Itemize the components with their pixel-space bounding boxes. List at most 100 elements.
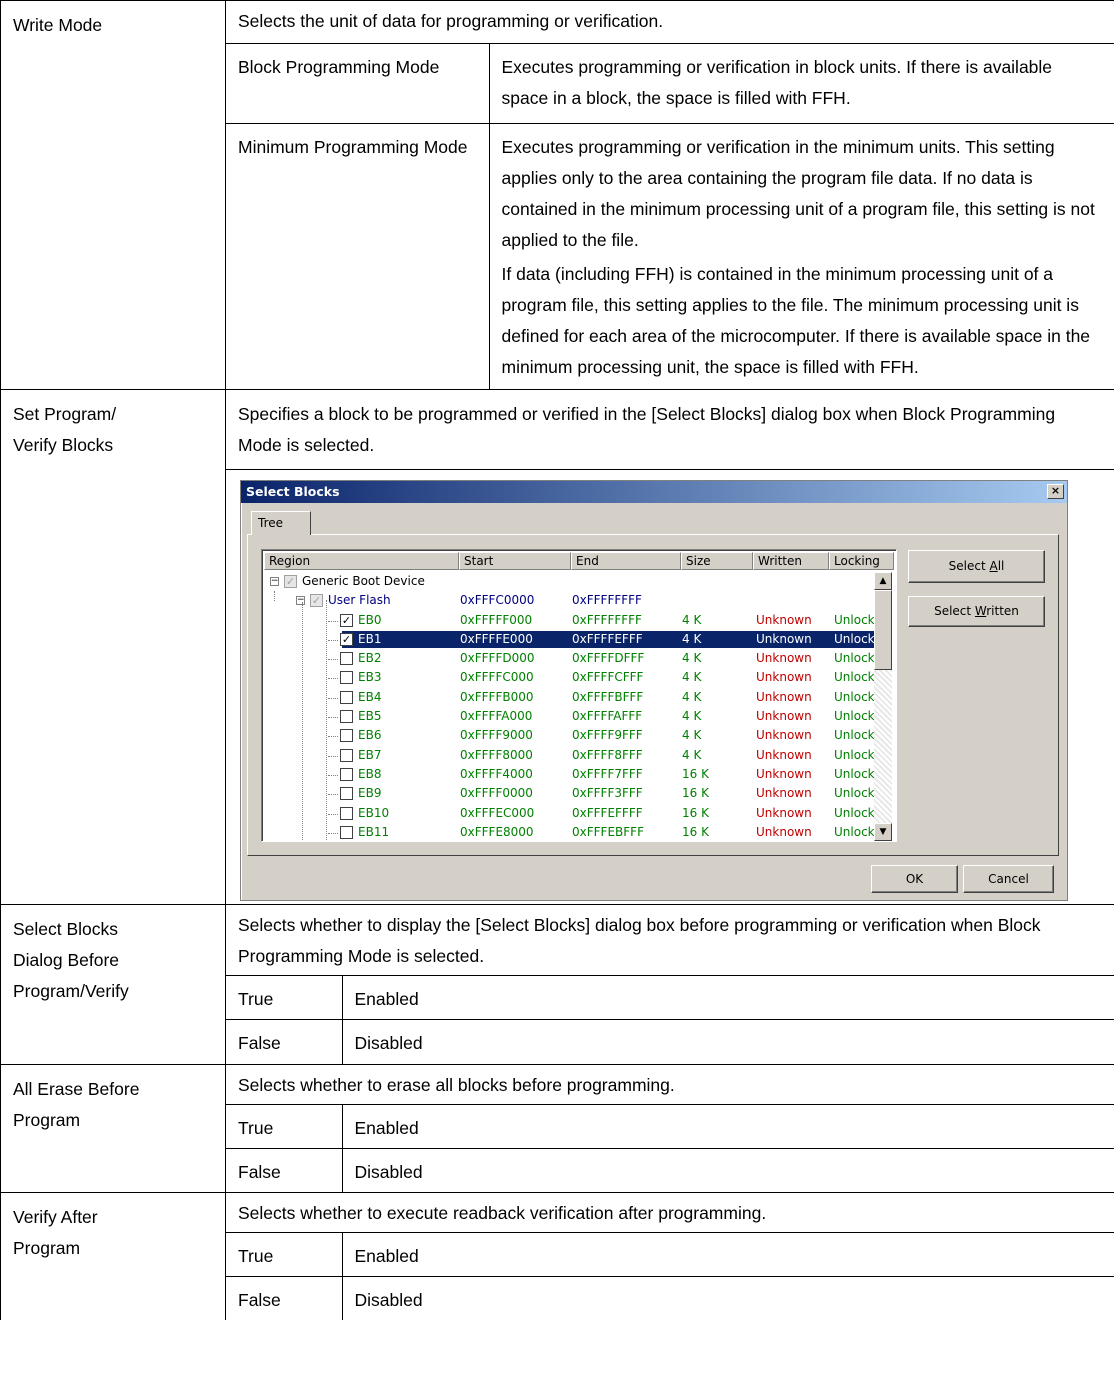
checkbox-icon[interactable] [340, 690, 353, 704]
block-size: 16 K [682, 766, 709, 781]
block-row[interactable]: EB7 0xFFFF8000 0xFFFF8FFF 4 K Unknown Unlock [264, 746, 875, 765]
checkbox-icon[interactable] [340, 767, 353, 781]
value-key: True [226, 1103, 342, 1148]
value-key: False [226, 1147, 342, 1192]
checkbox-icon[interactable]: ✓ [310, 594, 323, 608]
block-end: 0xFFFF7FFF [572, 766, 643, 781]
column-header-written[interactable]: Written [753, 552, 829, 570]
select-written-button[interactable]: Select Written [908, 596, 1045, 627]
checkbox-icon[interactable] [340, 710, 353, 724]
block-locking: Unlock [834, 824, 875, 839]
value-row: True Enabled [226, 1103, 1114, 1148]
block-row[interactable]: EB2 0xFFFFD000 0xFFFFDFFF 4 K Unknown Unlock [264, 649, 875, 668]
value-row: False Disabled [226, 1147, 1114, 1192]
block-name: EB7 [358, 747, 382, 762]
vertical-scrollbar[interactable]: ▲ ▼ [874, 572, 892, 841]
value-meaning: Enabled [341, 1231, 1114, 1276]
tab-tree[interactable]: Tree [251, 511, 311, 535]
block-end: 0xFFFF8FFF [572, 747, 643, 762]
property-description: Selects the unit of data for programming… [238, 11, 664, 31]
column-header-start[interactable]: Start [459, 552, 571, 570]
block-row[interactable]: ✓ EB1 0xFFFFE000 0xFFFFEFFF 4 K Unknown Unlock [264, 630, 875, 649]
property-name: Write Mode [0, 0, 226, 390]
property-description: Specifies a block to be programmed or ve… [238, 404, 1056, 455]
value-row: False Disabled [226, 1275, 1114, 1320]
block-row[interactable]: EB10 0xFFFEC000 0xFFFEFFFF 16 K Unknown Unloc… [264, 804, 875, 823]
block-row[interactable]: EB4 0xFFFFB000 0xFFFFBFFF 4 K Unknown Unlock [264, 688, 875, 707]
block-row[interactable]: EB11 0xFFFE8000 0xFFFEBFFF 16 K Unknown Unloc… [264, 823, 875, 841]
scroll-up-icon[interactable]: ▲ [874, 572, 892, 590]
block-end: 0xFFFFAFFF [572, 709, 643, 724]
block-tree[interactable]: Region Start End Size Written Locking − [261, 549, 897, 842]
checkbox-icon[interactable]: ✓ [340, 613, 353, 627]
tree-node-root[interactable]: − ✓ Generic Boot Device [264, 572, 874, 591]
tree-rows: − ✓ Generic Boot Device − ✓ User Flash 0… [264, 572, 875, 841]
block-start: 0xFFFF4000 [460, 766, 533, 781]
checkbox-icon[interactable] [340, 652, 353, 666]
node-label: User Flash [328, 593, 391, 608]
block-locking: Unlock [834, 651, 875, 666]
select-dialog-row: Select Blocks Dialog Before Program/Veri… [0, 904, 1114, 1065]
dialog-title: Select Blocks [246, 484, 340, 499]
column-header-size[interactable]: Size [681, 552, 753, 570]
select-all-button[interactable]: Select All [908, 550, 1045, 583]
tree-header: Region Start End Size Written Locking [264, 552, 894, 570]
cancel-button[interactable]: Cancel [963, 865, 1054, 893]
scroll-down-icon[interactable]: ▼ [874, 823, 892, 841]
block-end: 0xFFFFEFFF [572, 631, 643, 646]
block-end: 0xFFFFFFFF [572, 612, 642, 627]
block-locking: Unlock [834, 631, 875, 646]
all-erase-row: All Erase Before Program Selects whether… [0, 1063, 1114, 1193]
checkbox-icon[interactable] [340, 729, 353, 743]
checkbox-icon[interactable] [340, 787, 353, 801]
block-row[interactable]: EB3 0xFFFFC000 0xFFFFCFFF 4 K Unknown Unlock [264, 668, 875, 687]
property-name: Verify After Program [13, 1206, 98, 1258]
value-table: True Enabled False Disabled [226, 1231, 1114, 1320]
block-locking: Unlock [834, 766, 875, 781]
block-row[interactable]: EB6 0xFFFF9000 0xFFFF9FFF 4 K Unknown Unlock [264, 726, 875, 745]
block-start: 0xFFFFA000 [460, 709, 533, 724]
dialog-title-bar[interactable]: Select Blocks × [241, 481, 1067, 503]
checkbox-icon[interactable]: ✓ [340, 632, 353, 646]
column-header-locking[interactable]: Locking [829, 552, 894, 570]
block-row[interactable]: EB9 0xFFFF0000 0xFFFF3FFF 16 K Unknown Unlock [264, 784, 875, 803]
block-start: 0xFFFFD000 [460, 651, 535, 666]
column-header-end[interactable]: End [571, 552, 681, 570]
block-size: 16 K [682, 824, 709, 839]
ok-button[interactable]: OK [871, 865, 958, 893]
property-description: Selects whether to execute readback veri… [238, 1202, 767, 1223]
tree-node-user-flash[interactable]: − ✓ User Flash 0xFFFC0000 0xFFFFFFFF [264, 591, 874, 610]
block-start: 0xFFFFC000 [460, 670, 534, 685]
value-meaning: Disabled [341, 1147, 1114, 1192]
block-name: EB2 [358, 651, 382, 666]
column-header-region[interactable]: Region [264, 552, 459, 570]
write-mode-options: Block Programming Mode Executes programm… [226, 43, 1114, 389]
checkbox-icon[interactable] [340, 806, 353, 820]
value-meaning: Disabled [341, 1275, 1114, 1320]
node-start: 0xFFFC0000 [460, 593, 535, 608]
block-written: Unknown [756, 824, 812, 839]
block-name: EB6 [358, 728, 382, 743]
checkbox-icon[interactable] [340, 825, 353, 839]
block-row[interactable]: EB8 0xFFFF4000 0xFFFF7FFF 16 K Unknown Unlock [264, 765, 875, 784]
checkbox-icon[interactable] [340, 748, 353, 762]
block-size: 4 K [682, 631, 702, 646]
block-name: EB3 [358, 670, 382, 685]
block-size: 16 K [682, 786, 709, 801]
block-row[interactable]: ✓ EB0 0xFFFFF000 0xFFFFFFFF 4 K Unknown Unlock [264, 611, 875, 630]
checkbox-icon[interactable] [340, 671, 353, 685]
close-icon[interactable]: × [1047, 484, 1064, 499]
block-written: Unknown [756, 805, 812, 820]
collapse-icon[interactable]: − [296, 596, 305, 606]
block-row[interactable]: EB5 0xFFFFA000 0xFFFFAFFF 4 K Unknown Unlock [264, 707, 875, 726]
node-label: Generic Boot Device [302, 574, 425, 588]
node-end: 0xFFFFFFFF [572, 593, 642, 608]
collapse-icon[interactable]: − [270, 577, 279, 586]
block-size: 4 K [682, 747, 702, 762]
value-meaning: Enabled [341, 975, 1114, 1020]
block-end: 0xFFFF9FFF [572, 728, 643, 743]
scroll-thumb[interactable] [874, 590, 892, 670]
block-written: Unknown [756, 651, 812, 666]
checkbox-icon[interactable]: ✓ [284, 575, 297, 588]
value-meaning: Disabled [341, 1019, 1114, 1064]
